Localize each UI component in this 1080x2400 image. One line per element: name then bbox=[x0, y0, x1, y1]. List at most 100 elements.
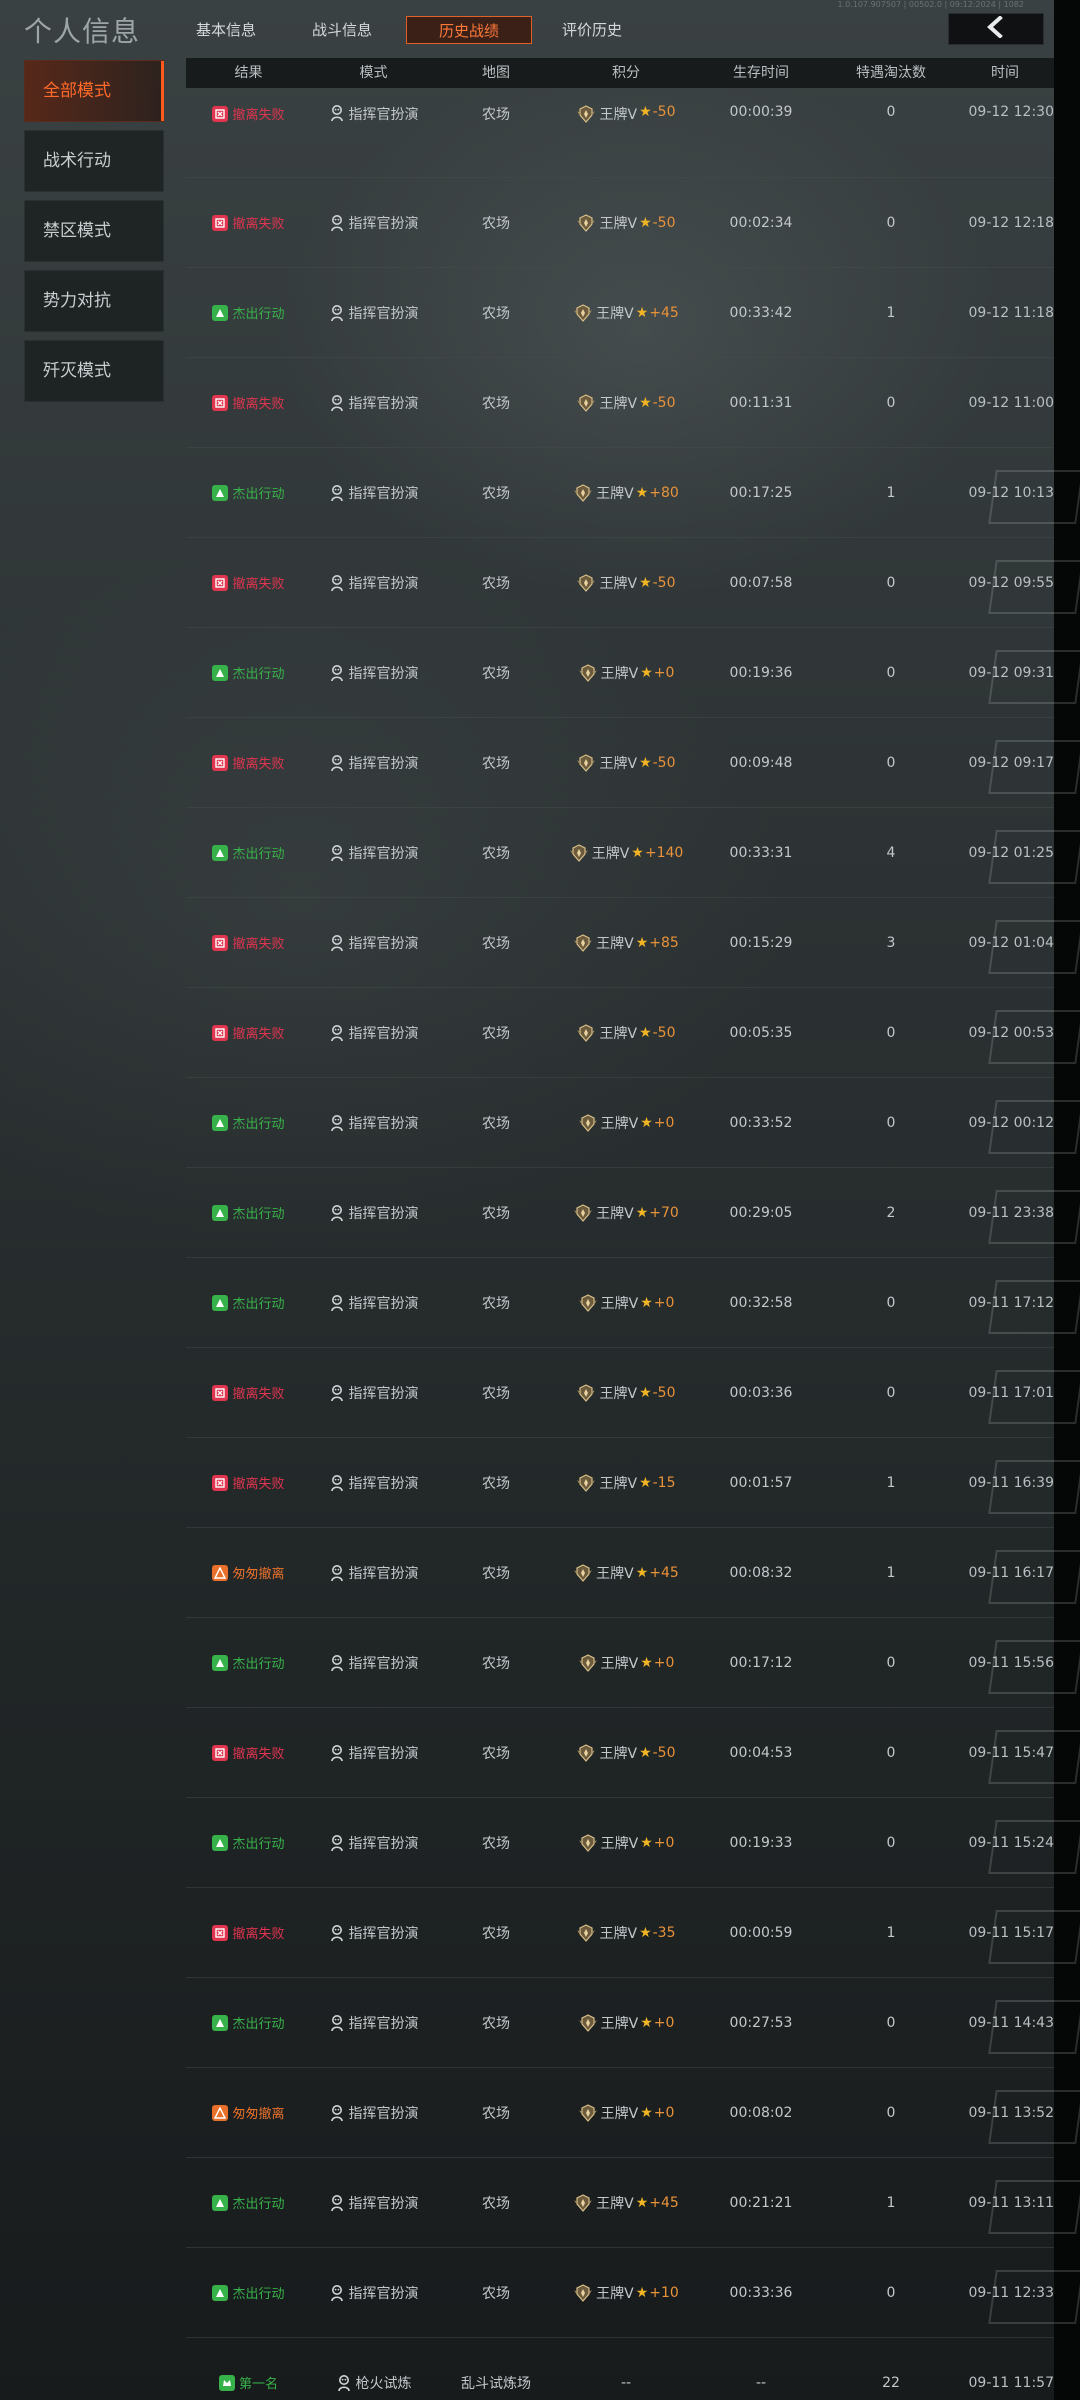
score-delta: -50 bbox=[652, 1744, 676, 1761]
table-row[interactable]: 匆匆撤离 指挥官扮演 农场 王牌V ★ +0 00:08:02 0 09-11 13:52 bbox=[186, 2068, 1080, 2158]
table-row[interactable]: 杰出行动 指挥官扮演 农场 王牌V ★ +0 00:27:53 0 09-11 14:43 bbox=[186, 1978, 1080, 2068]
table-row[interactable]: 撤离失败 指挥官扮演 农场 王牌V ★ +85 00:15:29 3 09-12 01:04 bbox=[186, 898, 1080, 988]
score-delta: -50 bbox=[652, 104, 676, 120]
score-cell: 王牌V ★ -50 bbox=[556, 988, 696, 1077]
rank-label: 王牌V bbox=[600, 2105, 639, 2122]
match-history-table: 结果 模式 地图 积分 生存时间 特遇淘汰数 时间 撤离失败 指挥官扮演 农场 王牌V… bbox=[186, 58, 1080, 2400]
column-header-map: 地图 bbox=[482, 65, 510, 81]
tab-rating-history[interactable]: 评价历史 bbox=[552, 16, 632, 44]
table-row[interactable]: 撤离失败 指挥官扮演 农场 王牌V ★ -50 00:05:35 0 09-12 00:53 bbox=[186, 988, 1080, 1078]
map-cell: 农场 bbox=[436, 1528, 556, 1617]
survival-cell: 00:32:58 bbox=[696, 1258, 826, 1347]
mode-cell: 指挥官扮演 bbox=[311, 88, 436, 177]
table-row[interactable]: 匆匆撤离 指挥官扮演 农场 王牌V ★ +45 00:08:32 1 09-11 16:17 bbox=[186, 1528, 1080, 1618]
result-success-icon bbox=[212, 1114, 229, 1131]
table-row[interactable]: 撤离失败 指挥官扮演 农场 王牌V ★ -50 00:02:34 0 09-12 12:18 bbox=[186, 178, 1054, 268]
table-row[interactable]: 杰出行动 指挥官扮演 农场 王牌V ★ +0 00:19:36 0 09-12 09:31 bbox=[186, 628, 1080, 718]
time-cell: 09-12 12:30 bbox=[956, 88, 1058, 177]
rank-label: 王牌V bbox=[599, 575, 638, 592]
kills-count: 0 bbox=[886, 1024, 896, 1041]
mode-cell: 指挥官扮演 bbox=[311, 1348, 436, 1437]
rank-badge-icon bbox=[576, 393, 596, 413]
sidebar-item-all-modes[interactable]: 全部模式 bbox=[24, 60, 164, 122]
table-row[interactable]: 杰出行动 指挥官扮演 农场 王牌V ★ +140 00:33:31 4 09-12 01:25 bbox=[186, 808, 1080, 898]
sidebar-item-restricted-zone[interactable]: 禁区模式 bbox=[24, 200, 164, 262]
result-text: 撤离失败 bbox=[232, 1387, 285, 1402]
table-row[interactable]: 撤离失败 指挥官扮演 农场 王牌V ★ -50 00:11:31 0 09-12 11:00 bbox=[186, 358, 1054, 448]
sidebar-item-annihilation[interactable]: 歼灭模式 bbox=[24, 340, 164, 402]
table-row[interactable]: 杰出行动 指挥官扮演 农场 王牌V ★ +70 00:29:05 2 09-11 23:38 bbox=[186, 1168, 1080, 1258]
star-icon: ★ bbox=[640, 1294, 653, 1311]
sidebar-item-faction-battle[interactable]: 势力对抗 bbox=[24, 270, 164, 332]
table-row[interactable]: 杰出行动 指挥官扮演 农场 王牌V ★ +10 00:33:36 0 09-11 12:33 bbox=[186, 2248, 1080, 2338]
result-cell: 撤离失败 bbox=[186, 898, 311, 987]
map-cell: 农场 bbox=[436, 268, 556, 357]
table-row[interactable]: 撤离失败 指挥官扮演 农场 王牌V ★ -50 00:09:48 0 09-12 09:17 bbox=[186, 718, 1080, 808]
tab-match-history[interactable]: 历史战绩 bbox=[406, 16, 532, 44]
survival-cell: 00:11:31 bbox=[696, 358, 826, 447]
rank-label: 王牌V bbox=[599, 215, 638, 232]
row-watermark-stamp bbox=[988, 1550, 1080, 1604]
table-row[interactable]: 第一名 枪火试炼 乱斗试炼场 -- -- 22 09-11 11:57 bbox=[186, 2338, 1054, 2400]
back-button[interactable] bbox=[948, 13, 1044, 45]
score-delta: +45 bbox=[649, 2194, 679, 2211]
kills-cell: 1 bbox=[826, 1888, 956, 1977]
map-cell: 农场 bbox=[436, 178, 556, 267]
tab-combat-info[interactable]: 战斗信息 bbox=[302, 16, 382, 44]
score-cell: 王牌V ★ +0 bbox=[556, 1078, 696, 1167]
map-cell: 农场 bbox=[436, 628, 556, 717]
table-row[interactable]: 撤离失败 指挥官扮演 农场 王牌V ★ -35 00:00:59 1 09-11 15:17 bbox=[186, 1888, 1080, 1978]
map-cell: 农场 bbox=[436, 1798, 556, 1887]
time-cell: 09-12 12:18 bbox=[956, 178, 1058, 267]
result-text: 第一名 bbox=[238, 2377, 278, 2392]
rank-badge-icon bbox=[573, 933, 593, 953]
result-cell: 杰出行动 bbox=[186, 1618, 311, 1707]
row-watermark-stamp bbox=[988, 1460, 1080, 1514]
score-delta: +140 bbox=[644, 844, 684, 861]
kills-count: 0 bbox=[886, 214, 896, 231]
mode-cell: 指挥官扮演 bbox=[311, 1978, 436, 2067]
result-success-icon bbox=[212, 1654, 229, 1671]
result-fail-icon bbox=[212, 1744, 229, 1761]
match-time: 09-11 11:57 bbox=[968, 2374, 1054, 2391]
table-row[interactable]: 杰出行动 指挥官扮演 农场 王牌V ★ +0 00:33:52 0 09-12 00:12 bbox=[186, 1078, 1080, 1168]
result-fail-icon bbox=[212, 1024, 229, 1041]
score-cell: 王牌V ★ +140 bbox=[556, 808, 696, 897]
map-cell: 农场 bbox=[436, 1348, 556, 1437]
result-fail-icon bbox=[212, 1384, 229, 1401]
result-cell: 撤离失败 bbox=[186, 1348, 311, 1437]
rank-badge-icon bbox=[578, 1833, 598, 1853]
kills-count: 0 bbox=[886, 104, 896, 120]
result-fail-icon bbox=[212, 1474, 229, 1491]
table-row[interactable]: 杰出行动 指挥官扮演 农场 王牌V ★ +0 00:32:58 0 09-11 17:12 bbox=[186, 1258, 1080, 1348]
table-row[interactable]: 撤离失败 指挥官扮演 农场 王牌V ★ -50 00:00:39 0 09-12 12:30 bbox=[186, 88, 1054, 178]
survival-time: 00:32:58 bbox=[729, 1294, 793, 1311]
table-row[interactable]: 杰出行动 指挥官扮演 农场 王牌V ★ +80 00:17:25 1 09-12 10:13 bbox=[186, 448, 1080, 538]
survival-cell: 00:19:36 bbox=[696, 628, 826, 717]
table-row[interactable]: 杰出行动 指挥官扮演 农场 王牌V ★ +45 00:21:21 1 09-11 13:11 bbox=[186, 2158, 1080, 2248]
table-row[interactable]: 杰出行动 指挥官扮演 农场 王牌V ★ +0 00:17:12 0 09-11 15:56 bbox=[186, 1618, 1080, 1708]
commander-mode-icon bbox=[329, 2014, 345, 2032]
commander-mode-icon bbox=[329, 574, 345, 592]
kills-count: 0 bbox=[886, 2284, 896, 2301]
mode-text: 指挥官扮演 bbox=[348, 665, 419, 682]
sidebar-item-tactical[interactable]: 战术行动 bbox=[24, 130, 164, 192]
map-text: 农场 bbox=[482, 1025, 510, 1042]
table-row[interactable]: 杰出行动 指挥官扮演 农场 王牌V ★ +0 00:19:33 0 09-11 15:24 bbox=[186, 1798, 1080, 1888]
table-row[interactable]: 杰出行动 指挥官扮演 农场 王牌V ★ +45 00:33:42 1 09-12 11:18 bbox=[186, 268, 1054, 358]
rank-badge-icon bbox=[578, 2013, 598, 2033]
table-row[interactable]: 撤离失败 指挥官扮演 农场 王牌V ★ -50 00:04:53 0 09-11 15:47 bbox=[186, 1708, 1080, 1798]
map-cell: 农场 bbox=[436, 1078, 556, 1167]
mode-cell: 指挥官扮演 bbox=[311, 1798, 436, 1887]
commander-mode-icon bbox=[329, 1114, 345, 1132]
map-text: 农场 bbox=[482, 1385, 510, 1402]
table-row[interactable]: 撤离失败 指挥官扮演 农场 王牌V ★ -50 00:07:58 0 09-12 09:55 bbox=[186, 538, 1080, 628]
tab-basic-info[interactable]: 基本信息 bbox=[186, 16, 266, 44]
rank-badge-icon bbox=[576, 1923, 596, 1943]
rank-label: 王牌V bbox=[596, 2285, 634, 2302]
table-row[interactable]: 撤离失败 指挥官扮演 农场 王牌V ★ -50 00:03:36 0 09-11 17:01 bbox=[186, 1348, 1080, 1438]
table-row[interactable]: 撤离失败 指挥官扮演 农场 王牌V ★ -15 00:01:57 1 09-11 16:39 bbox=[186, 1438, 1080, 1528]
survival-cell: -- bbox=[696, 2338, 826, 2400]
rank-label: 王牌V bbox=[599, 1745, 638, 1762]
survival-cell: 00:33:42 bbox=[696, 268, 826, 357]
